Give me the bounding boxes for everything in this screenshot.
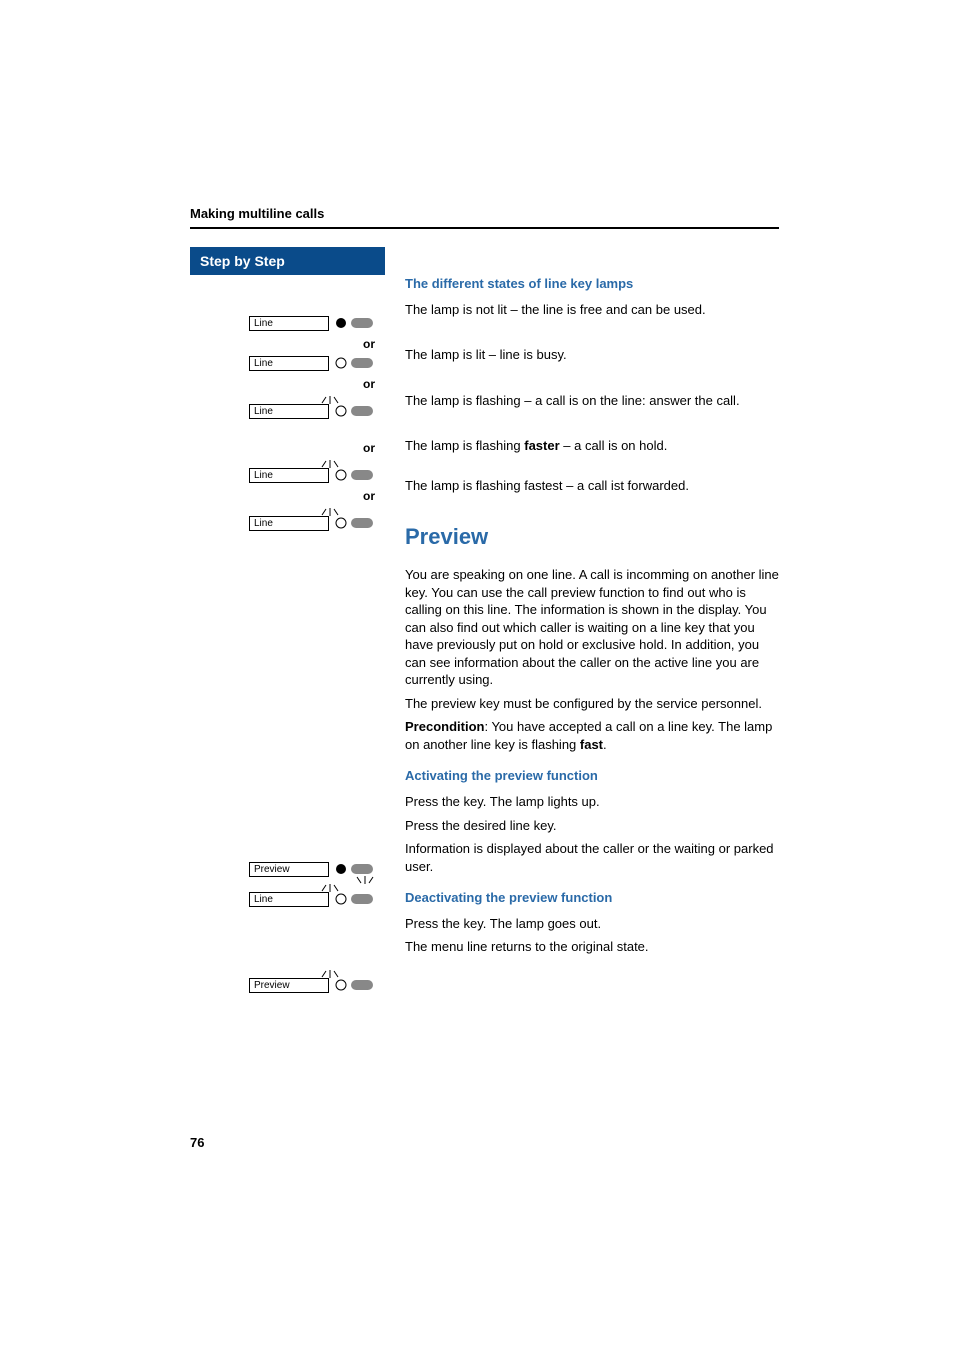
lamp-flash-icon: [333, 977, 375, 993]
lamp-flash-icon: [333, 891, 375, 907]
key-label: Line: [249, 404, 329, 419]
lamp-on-icon: [333, 355, 375, 371]
or-label: or: [190, 337, 385, 351]
bold-text: fast: [580, 737, 603, 752]
text: – a call is on hold.: [560, 438, 668, 453]
precondition: Precondition: You have accepted a call o…: [405, 718, 779, 753]
header-rule: [190, 227, 779, 229]
key-label: Line: [249, 468, 329, 483]
key-line-off: Line: [190, 315, 385, 331]
or-label: or: [190, 441, 385, 455]
page-number: 76: [190, 1135, 779, 1150]
lamp-flash-icon: [333, 467, 375, 483]
states-heading: The different states of line key lamps: [405, 275, 779, 293]
activate-line: Press the desired line key.: [405, 817, 779, 835]
key-label: Line: [249, 356, 329, 371]
key-label: Line: [249, 316, 329, 331]
key-line-fastest: Line: [190, 515, 385, 531]
key-line-flash: Line: [190, 403, 385, 419]
key-label: Line: [249, 892, 329, 907]
key-label: Preview: [249, 862, 329, 877]
text: .: [603, 737, 607, 752]
or-label: or: [190, 489, 385, 503]
preview-heading: Preview: [405, 522, 779, 552]
lamp-flash-icon: [333, 515, 375, 531]
key-line-faster: Line: [190, 467, 385, 483]
state-flash-text: The lamp is flashing – a call is on the …: [405, 392, 779, 410]
lamp-flash-icon: [333, 403, 375, 419]
section-header: Making multiline calls: [190, 206, 779, 221]
preview-service: The preview key must be configured by th…: [405, 695, 779, 713]
deactivate-menu: The menu line returns to the original st…: [405, 938, 779, 956]
sidebar-title: Step by Step: [190, 247, 385, 275]
key-line-lit: Line: [190, 355, 385, 371]
lamp-off-icon: [333, 315, 375, 331]
key-line-activate: Line: [190, 891, 385, 907]
or-label: or: [190, 377, 385, 391]
precondition-label: Precondition: [405, 719, 484, 734]
flash-icon: [355, 875, 375, 885]
key-label: Preview: [249, 978, 329, 993]
bold-text: faster: [524, 438, 559, 453]
state-faster-text: The lamp is flashing faster – a call is …: [405, 437, 779, 455]
deactivate-press: Press the key. The lamp goes out.: [405, 915, 779, 933]
sidebar: Step by Step Line or Line or: [190, 247, 385, 995]
key-label: Line: [249, 516, 329, 531]
preview-body: You are speaking on one line. A call is …: [405, 566, 779, 689]
activate-info: Information is displayed about the calle…: [405, 840, 779, 875]
state-fastest-text: The lamp is flashing fastest – a call is…: [405, 477, 779, 495]
state-off-text: The lamp is not lit – the line is free a…: [405, 301, 779, 319]
activate-press: Press the key. The lamp lights up.: [405, 793, 779, 811]
content: The different states of line key lamps T…: [385, 247, 779, 962]
activate-heading: Activating the preview function: [405, 767, 779, 785]
deactivate-heading: Deactivating the preview function: [405, 889, 779, 907]
key-preview-deactivate: Preview: [190, 977, 385, 993]
state-lit-text: The lamp is lit – line is busy.: [405, 346, 779, 364]
text: The lamp is flashing: [405, 438, 524, 453]
